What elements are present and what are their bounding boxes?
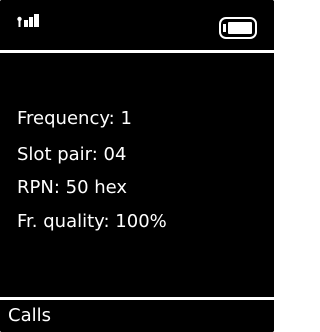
info-panel: Frequency: 1 Slot pair: 04 RPN: 50 hex F… (0, 53, 274, 297)
signal-bars-icon (15, 12, 55, 32)
frequency-text: Frequency: 1 (17, 108, 132, 129)
slot-pair-text: Slot pair: 04 (17, 144, 127, 165)
softkey-bar: Calls (0, 300, 274, 332)
calls-softkey[interactable]: Calls (8, 305, 51, 327)
rpn-text: RPN: 50 hex (17, 177, 128, 198)
handset-display: Frequency: 1 Slot pair: 04 RPN: 50 hex F… (0, 0, 274, 332)
status-bar (0, 0, 274, 42)
frame-quality-text: Fr. quality: 100% (17, 211, 167, 232)
battery-icon (219, 17, 263, 39)
